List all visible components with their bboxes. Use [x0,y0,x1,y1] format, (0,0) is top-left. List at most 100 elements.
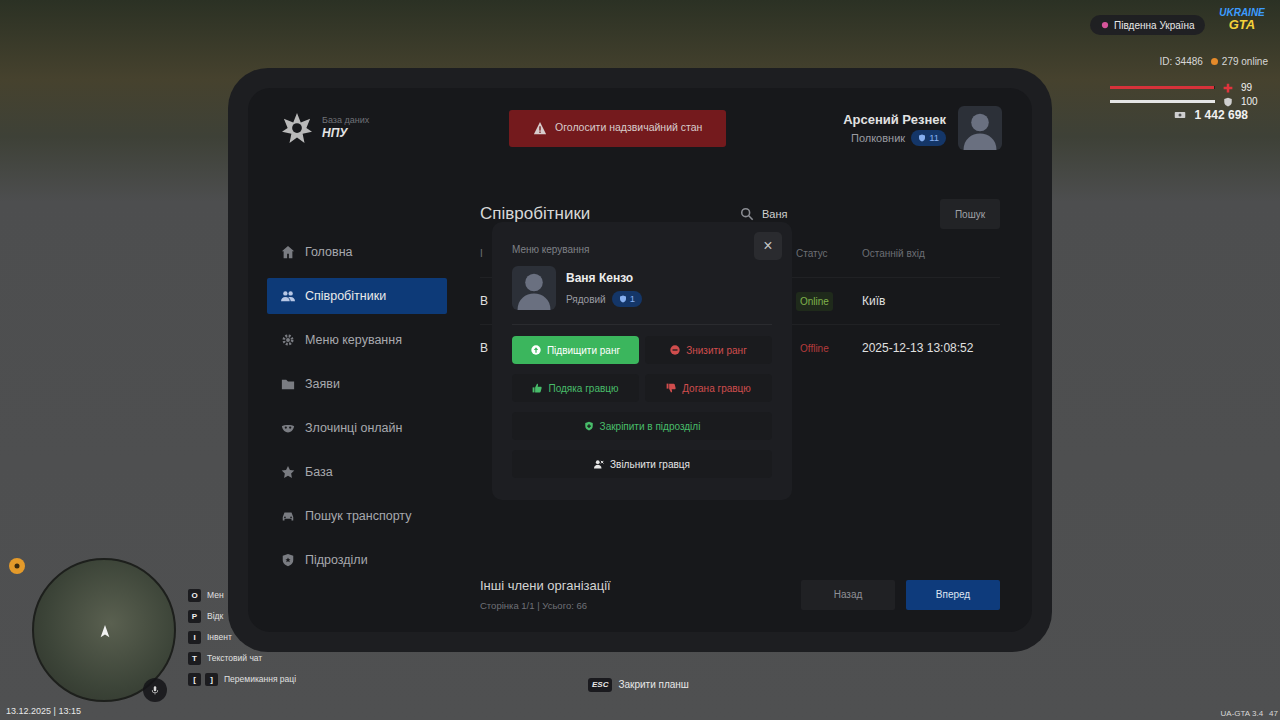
sidebar-item[interactable]: Співробітники [267,278,447,314]
rank-badge: 11 [911,130,946,146]
search-input[interactable] [762,206,930,223]
keybind-label: Текстовий чат [207,652,262,665]
brand-title: НПУ [322,126,369,142]
keybind-keys: P [188,610,201,623]
keybind-label: Перемикання раці [224,673,296,686]
armor-bar: 100 [1110,94,1258,109]
action-button[interactable]: Закріпити в підрозділі [512,412,772,440]
armor-fill [1110,100,1215,103]
version-info: UA-GTA 3.447 [1221,708,1278,720]
table-footer: Інші члени організаціїСторінка 1/1 | Усь… [480,576,1000,613]
keybind-keys: T [188,652,201,665]
health-track [1110,86,1215,89]
user-avatar [958,106,1002,150]
current-user: Арсений РезнекПолковник11 [843,106,1002,150]
action-button[interactable]: Підвищити ранг [512,336,639,364]
rank-level: 1 [630,292,635,306]
sidebar-label: Співробітники [305,287,386,306]
status-pill: Online [796,292,833,311]
emergency-button[interactable]: Оголосити надзвичайний стан [509,110,726,147]
health-value: 99 [1241,80,1252,95]
mask-icon [281,421,295,435]
search-box [740,206,930,223]
action-content: Знизити ранг [670,343,747,358]
police-badge-icon [282,113,312,143]
shield-icon [918,134,926,142]
divider [512,324,772,325]
member-name: Ваня Кензо [566,269,642,287]
action-button[interactable]: Подяка гравцю [512,374,639,402]
close-button[interactable]: × [754,232,782,260]
sidebar-label: База [305,463,333,482]
member-rank: Рядовий [566,292,606,307]
action-button[interactable]: Знизити ранг [645,336,772,364]
online-dot-icon [1211,58,1218,65]
sidebar-label: Меню керування [305,331,402,350]
action-button[interactable]: Догана гравцю [645,374,772,402]
health-fill [1110,86,1214,89]
action-label: Догана гравцю [682,381,751,396]
column-header: Останній вхід [862,246,1000,261]
action-label: Подяка гравцю [548,381,618,396]
search-button[interactable]: Пошук [940,199,1000,229]
action-label: Закріпити в підрозділі [600,419,701,434]
shield-icon [619,295,627,303]
sidebar: Головна Співробітники Меню керування Заяви З… [267,199,447,632]
logo-bottom: GTA [1212,18,1272,31]
keybind-row: []Перемикання раці [188,673,296,686]
warning-icon [533,121,547,135]
online-text: 279 online [1222,54,1268,69]
action-content: Подяка гравцю [532,381,618,396]
brand-subtitle: База даних [322,115,369,126]
player-arrow-icon [98,618,112,632]
sidebar-item[interactable]: Заяви [267,366,447,402]
sidebar-item[interactable]: Підрозділи [267,542,447,578]
member-avatar [512,266,556,310]
key-cap: T [188,652,201,665]
keybind-label: Інвент [207,631,232,644]
action-row: Звільнити гравця [512,450,772,478]
armor-track [1110,100,1215,103]
action-row: Подяка гравцю Догана гравцю [512,374,772,402]
server-logo: UKRAINEGTA [1212,8,1272,31]
user-remove-icon [594,459,604,469]
thumbs-up-icon [532,383,542,393]
key-cap: I [188,631,201,644]
online-count: 279 online [1211,54,1268,69]
folder-icon [281,377,295,391]
sidebar-item[interactable]: Меню керування [267,322,447,358]
action-label: Знизити ранг [686,343,747,358]
tablet-header: База данихНПУ Оголосити надзвичайний стан… [248,88,1032,148]
health-bar: 99 [1110,80,1252,95]
status-icon [9,558,25,574]
date-time: 13.12.2025 | 13:15 [6,705,81,719]
action-button[interactable]: Звільнити гравця [512,450,772,478]
status-cell: Online [796,292,862,311]
brand-text: База данихНПУ [322,115,369,141]
thumbs-down-icon [666,383,676,393]
prev-button[interactable]: Назад [801,580,895,610]
sidebar-label: Злочинці онлайн [305,419,402,438]
sidebar-item[interactable]: Пошук транспорту [267,498,447,534]
rank-down-icon [670,345,680,355]
action-row: Закріпити в підрозділі [512,412,772,440]
shield-icon [281,553,295,567]
money: 1 442 698 [1173,106,1248,124]
brand: База данихНПУ [282,113,509,143]
sidebar-item[interactable]: Головна [267,234,447,270]
sidebar-item[interactable]: База [267,454,447,490]
logo-top: UKRAINE [1212,8,1272,18]
action-label: Звільнити гравця [610,457,690,472]
sidebar-item[interactable]: Злочинці онлайн [267,410,447,446]
next-button[interactable]: Вперед [906,580,1000,610]
version: UA-GTA 3.4 [1221,708,1264,720]
money-value: 1 442 698 [1195,106,1248,124]
close-hint-label: Закрити планш [618,677,688,692]
close-hint: ESCЗакрити планш [588,677,689,692]
money-icon [1173,109,1187,121]
gear-icon [281,333,295,347]
region-label: Південна Україна [1090,15,1205,35]
user-text: Арсений РезнекПолковник11 [843,110,946,146]
key-cap: P [188,610,201,623]
sidebar-label: Заяви [305,375,340,394]
